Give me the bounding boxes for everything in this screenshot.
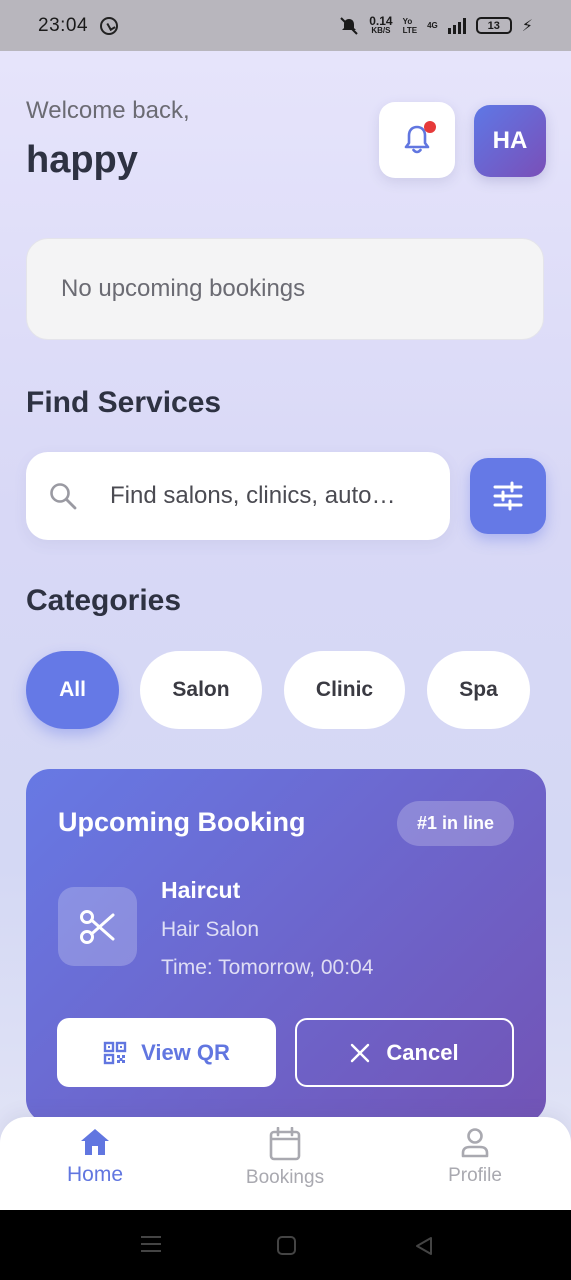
- close-icon: [351, 1043, 370, 1062]
- signal-strength-icon: [447, 17, 466, 34]
- search-icon: [50, 483, 77, 510]
- calendar-icon: [269, 1127, 301, 1161]
- find-services-title: Find Services: [26, 386, 222, 419]
- upcoming-booking-card[interactable]: Upcoming Booking #1 in line Haircut Hair…: [26, 769, 546, 1123]
- charging-icon: ⚡: [521, 17, 533, 35]
- network-type: 4G: [427, 21, 438, 30]
- search-input[interactable]: Find salons, clinics, auto…: [26, 452, 450, 540]
- nav-profile[interactable]: Profile: [400, 1127, 550, 1187]
- volte-bottom: LTE: [402, 25, 418, 35]
- system-home-button[interactable]: [277, 1236, 296, 1255]
- category-salon[interactable]: Salon: [140, 651, 262, 729]
- status-time: 23:04: [38, 14, 89, 36]
- cancel-booking-button[interactable]: Cancel: [295, 1018, 514, 1087]
- no-bookings-card: No upcoming bookings: [26, 238, 544, 340]
- queue-position-badge: #1 in line: [396, 801, 514, 846]
- nav-home[interactable]: Home: [20, 1127, 170, 1187]
- username: happy: [26, 139, 138, 181]
- view-qr-button[interactable]: View QR: [57, 1018, 276, 1087]
- categories-title: Categories: [26, 584, 182, 617]
- category-all[interactable]: All: [26, 651, 119, 729]
- cancel-label: Cancel: [386, 1039, 459, 1065]
- scissors-icon: [79, 909, 114, 944]
- category-clinic[interactable]: Clinic: [284, 651, 405, 729]
- network-speed: 0.14 KB/S: [369, 13, 393, 36]
- nav-home-label: Home: [66, 1163, 124, 1186]
- status-bar: 23:04 0.14 KB/S Yo LTE 4G 13 ⚡: [0, 0, 571, 51]
- sliders-icon: [493, 481, 523, 511]
- view-qr-label: View QR: [141, 1039, 230, 1065]
- home-icon: [81, 1129, 109, 1155]
- person-icon: [461, 1128, 489, 1158]
- volte-indicator: Yo LTE: [403, 17, 418, 35]
- notification-dot: [424, 121, 436, 133]
- no-bookings-text: No upcoming bookings: [61, 275, 306, 302]
- status-indicators: 0.14 KB/S Yo LTE 4G 13 ⚡: [339, 13, 533, 36]
- notifications-button[interactable]: [379, 102, 455, 178]
- nav-bookings[interactable]: Bookings: [210, 1127, 360, 1189]
- bottom-nav: Home Bookings Profile: [0, 1117, 571, 1210]
- search-placeholder: Find salons, clinics, auto…: [110, 482, 396, 509]
- qr-code-icon: [103, 1041, 127, 1064]
- welcome-text: Welcome back,: [26, 97, 190, 124]
- service-name: Haircut: [161, 877, 241, 903]
- network-speed-value: 0.14: [369, 13, 393, 28]
- back-icon[interactable]: [414, 1236, 434, 1256]
- nav-profile-label: Profile: [448, 1165, 502, 1186]
- service-place: Hair Salon: [161, 918, 260, 941]
- battery-icon: 13: [475, 17, 512, 34]
- system-nav-bar: [0, 1210, 571, 1280]
- service-icon-tile: [58, 887, 137, 966]
- nav-bookings-label: Bookings: [245, 1167, 325, 1188]
- alarm-clock-icon: [100, 16, 119, 35]
- category-spa[interactable]: Spa: [427, 651, 530, 729]
- network-speed-unit: KB/S: [371, 25, 391, 35]
- recent-apps-button[interactable]: [141, 1236, 161, 1257]
- service-time: Time: Tomorrow, 00:04: [161, 956, 374, 979]
- upcoming-booking-title: Upcoming Booking: [58, 807, 306, 837]
- queue-position-text: #1 in line: [416, 813, 494, 833]
- mute-bell-icon: [340, 16, 358, 35]
- filter-button[interactable]: [470, 458, 546, 534]
- network-type-label: 4G: [427, 21, 438, 30]
- volte-top: Yo: [402, 16, 413, 26]
- app-screen: Welcome back, happy HA No upcoming booki…: [0, 51, 571, 1210]
- avatar[interactable]: HA: [474, 105, 546, 177]
- battery-level: 13: [487, 19, 500, 32]
